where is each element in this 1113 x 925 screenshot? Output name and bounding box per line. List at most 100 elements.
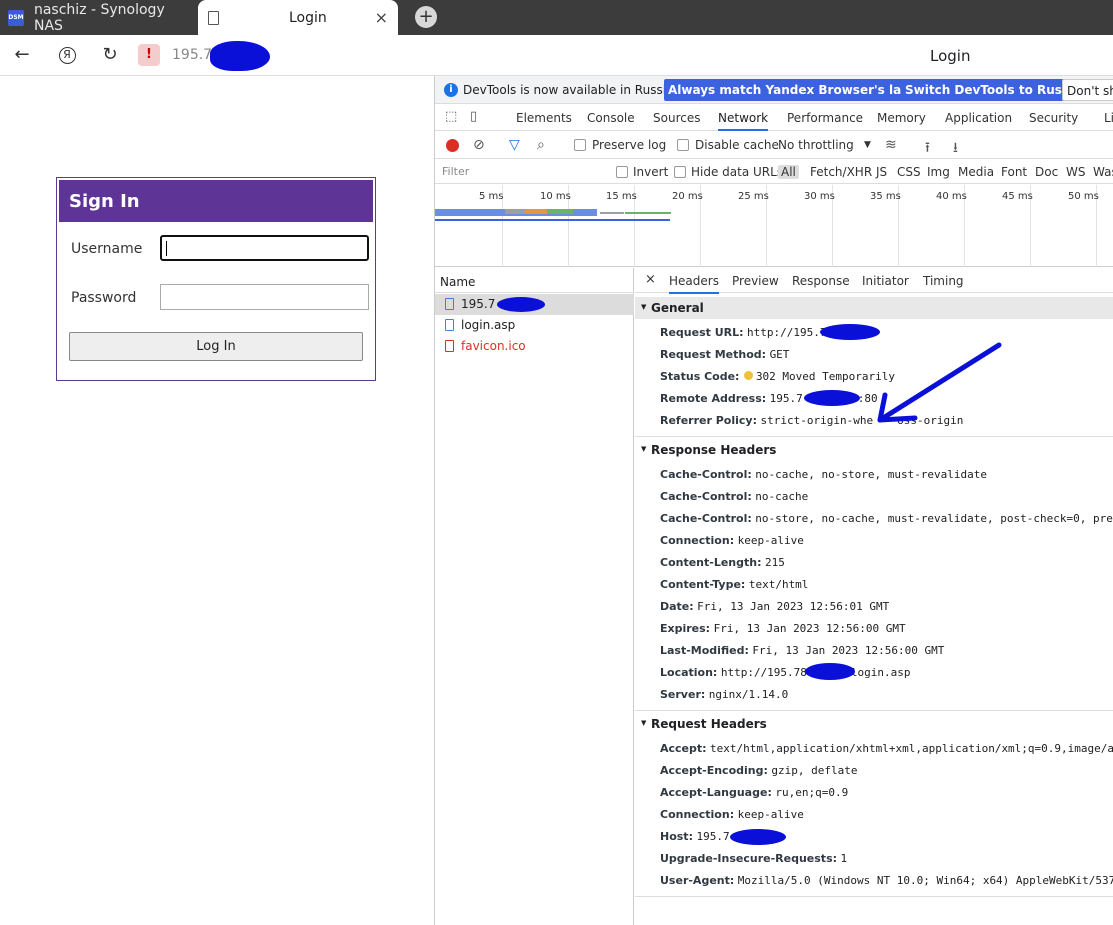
- export-icon[interactable]: ⭳: [953, 137, 958, 161]
- request-row[interactable]: favicon.ico: [435, 336, 634, 357]
- tab-synology[interactable]: DSM naschiz - Synology NAS: [0, 0, 198, 35]
- document-icon: [445, 319, 454, 331]
- filter-wasm[interactable]: Was: [1093, 165, 1113, 179]
- close-tab-icon[interactable]: ×: [375, 8, 388, 27]
- tab-network[interactable]: Network: [718, 111, 769, 131]
- general-row: Request Method: GET: [660, 348, 790, 361]
- response-header-row: Cache-Control: no-store, no-cache, must-…: [660, 512, 1113, 525]
- redaction-scribble: [730, 829, 786, 845]
- timeline-tick: 45 ms: [1002, 191, 1033, 202]
- response-header-row: Connection: keep-alive: [660, 534, 804, 547]
- response-header-row: Date: Fri, 13 Jan 2023 12:56:01 GMT: [660, 600, 890, 613]
- filter-all[interactable]: All: [778, 165, 799, 179]
- password-input[interactable]: [160, 284, 369, 310]
- filter-icon[interactable]: ▽: [509, 137, 520, 153]
- reload-icon[interactable]: ↻: [98, 43, 122, 67]
- name-column-header[interactable]: Name: [435, 268, 634, 293]
- tab-lighthouse[interactable]: Li: [1104, 111, 1113, 125]
- tab-timing[interactable]: Timing: [923, 274, 964, 288]
- tab-application[interactable]: Application: [945, 111, 1012, 125]
- timeline-tick: 25 ms: [738, 191, 769, 202]
- dont-show-button[interactable]: Don't sho: [1062, 79, 1113, 101]
- redaction-scribble: [820, 324, 880, 340]
- throttling-select[interactable]: No throttling: [778, 138, 854, 152]
- tab-login[interactable]: Login ×: [198, 0, 398, 35]
- tab-memory[interactable]: Memory: [877, 111, 926, 125]
- timeline-tick: 35 ms: [870, 191, 901, 202]
- response-header-row: Content-Type: text/html: [660, 578, 809, 591]
- timeline-tick: 20 ms: [672, 191, 703, 202]
- password-label: Password: [71, 290, 137, 306]
- redaction-scribble: [497, 297, 545, 312]
- invert-checkbox[interactable]: [616, 166, 628, 178]
- tab-performance[interactable]: Performance: [787, 111, 863, 125]
- warning-icon[interactable]: !: [138, 44, 160, 66]
- request-header-row: Upgrade-Insecure-Requests: 1: [660, 852, 848, 865]
- request-header-row: Connection: keep-alive: [660, 808, 804, 821]
- preserve-log-checkbox[interactable]: [574, 139, 586, 151]
- general-row: Status Code: 302 Moved Temporarily: [660, 370, 896, 383]
- response-headers-section[interactable]: Response Headers: [635, 439, 1113, 461]
- info-icon: i: [444, 83, 458, 97]
- response-header-row: Cache-Control: no-cache, no-store, must-…: [660, 468, 988, 481]
- response-header-row: Content-Length: 215: [660, 556, 785, 569]
- address-bar: ← Я ↻ ! 195.7 Login: [0, 35, 1113, 76]
- device-toggle-icon[interactable]: ▯: [470, 109, 477, 124]
- search-icon[interactable]: ⌕: [537, 137, 545, 153]
- request-list: Name 195.7 login.asp favicon.ico: [435, 268, 634, 925]
- close-detail-icon[interactable]: ×: [645, 272, 656, 287]
- yandex-icon[interactable]: Я: [55, 43, 79, 67]
- new-tab-button[interactable]: +: [415, 6, 437, 28]
- url-text[interactable]: 195.7: [172, 47, 212, 63]
- request-row[interactable]: 195.7: [435, 294, 634, 315]
- username-input[interactable]: [160, 235, 369, 261]
- back-arrow-icon[interactable]: ←: [10, 43, 34, 67]
- request-header-row: Host: 195.7: [660, 830, 730, 843]
- login-button[interactable]: Log In: [69, 332, 363, 361]
- clear-icon[interactable]: ⊘: [473, 137, 485, 153]
- dsm-favicon-icon: DSM: [8, 9, 24, 26]
- request-name: favicon.ico: [461, 339, 526, 353]
- filter-input[interactable]: Filter: [439, 163, 601, 180]
- filter-font[interactable]: Font: [1001, 165, 1027, 179]
- record-icon[interactable]: [446, 139, 459, 152]
- tab-initiator[interactable]: Initiator: [862, 274, 909, 288]
- tab-headers[interactable]: Headers: [669, 274, 719, 294]
- chevron-down-icon[interactable]: ▼: [864, 140, 871, 150]
- tab-elements[interactable]: Elements: [516, 111, 572, 125]
- tab-response[interactable]: Response: [792, 274, 850, 288]
- disable-cache-checkbox[interactable]: [677, 139, 689, 151]
- filter-css[interactable]: CSS: [897, 165, 921, 179]
- response-header-row: Cache-Control: no-cache: [660, 490, 809, 503]
- filter-ws[interactable]: WS: [1066, 165, 1085, 179]
- hide-data-urls-label: Hide data URLs: [691, 165, 784, 179]
- disable-cache-label: Disable cache: [695, 138, 779, 152]
- network-conditions-icon[interactable]: ≋: [885, 137, 897, 153]
- response-header-row: Expires: Fri, 13 Jan 2023 12:56:00 GMT: [660, 622, 906, 635]
- devtools-infobar: i DevTools is now available in Russian! …: [435, 76, 1113, 104]
- username-label: Username: [71, 241, 143, 257]
- hide-data-urls-checkbox[interactable]: [674, 166, 686, 178]
- request-headers-section[interactable]: Request Headers: [635, 713, 1113, 735]
- general-section-header[interactable]: General: [635, 297, 1113, 319]
- filter-js[interactable]: JS: [876, 165, 887, 179]
- tab-preview[interactable]: Preview: [732, 274, 779, 288]
- redaction-scribble: [210, 41, 270, 71]
- response-header-row: Server: nginx/1.14.0: [660, 688, 789, 701]
- filter-fetch-xhr[interactable]: Fetch/XHR: [810, 165, 872, 179]
- tab-sources[interactable]: Sources: [653, 111, 700, 125]
- page-title: Login: [930, 47, 971, 65]
- import-icon[interactable]: ⭱: [925, 137, 930, 161]
- detail-tabs: × Headers Preview Response Initiator Tim…: [635, 268, 1113, 294]
- inspect-icon[interactable]: ⬚: [445, 109, 457, 124]
- request-row[interactable]: login.asp: [435, 315, 634, 336]
- filter-doc[interactable]: Doc: [1035, 165, 1058, 179]
- network-timeline: 5 ms 10 ms 15 ms 20 ms 25 ms 30 ms 35 ms…: [435, 185, 1113, 267]
- error-document-icon: [445, 340, 454, 352]
- filter-img[interactable]: Img: [927, 165, 950, 179]
- tab-console[interactable]: Console: [587, 111, 635, 125]
- filter-media[interactable]: Media: [958, 165, 994, 179]
- tab-security[interactable]: Security: [1029, 111, 1078, 125]
- redaction-scribble: [804, 390, 860, 406]
- network-toolbar: ⊘ ▽ ⌕ Preserve log Disable cache No thro…: [435, 132, 1113, 159]
